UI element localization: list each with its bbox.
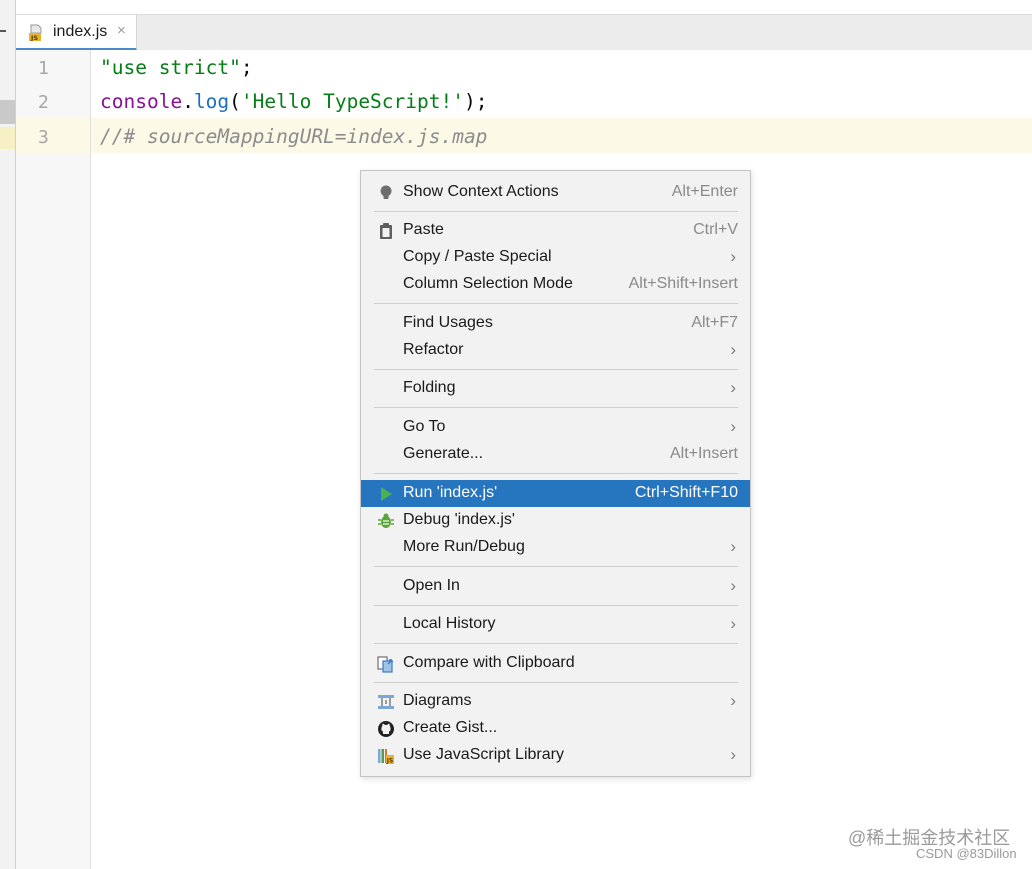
code-string: 'Hello TypeScript!'	[240, 90, 464, 113]
menu-item-label: Compare with Clipboard	[403, 654, 575, 671]
menu-item-shortcut: Alt+Enter	[671, 183, 738, 200]
menu-item-generate[interactable]: Generate... Alt+Insert	[361, 441, 750, 468]
menu-item-label: Open In	[403, 577, 460, 594]
menu-item-show-context-actions[interactable]: Show Context Actions Alt+Enter	[361, 179, 750, 206]
menu-item-column-selection-mode[interactable]: Column Selection Mode Alt+Shift+Insert	[361, 271, 750, 298]
scroll-marker	[0, 100, 15, 124]
chevron-right-icon: ›	[730, 576, 736, 595]
menu-item-label: Use JavaScript Library	[403, 746, 564, 763]
menu-item-refactor[interactable]: Refactor ›	[361, 337, 750, 364]
svg-text:JS: JS	[30, 34, 38, 41]
menu-item-go-to[interactable]: Go To ›	[361, 414, 750, 441]
menu-item-label: Run 'index.js'	[403, 484, 498, 501]
menu-item-label: Debug 'index.js'	[403, 511, 515, 528]
menu-item-paste[interactable]: Paste Ctrl+V	[361, 217, 750, 244]
tab-label: index.js	[53, 23, 108, 40]
chevron-right-icon: ›	[730, 745, 736, 764]
menu-separator	[374, 369, 738, 370]
menu-item-label: Folding	[403, 379, 456, 396]
menu-item-shortcut: Alt+Shift+Insert	[628, 275, 738, 292]
chevron-right-icon: ›	[730, 417, 736, 436]
code-identifier: console	[100, 90, 183, 113]
menu-item-label: Generate...	[403, 445, 484, 462]
menu-item-use-javascript-library[interactable]: JS Use JavaScript Library ›	[361, 742, 750, 769]
menu-item-shortcut: Ctrl+V	[693, 221, 738, 238]
menu-item-find-usages[interactable]: Find Usages Alt+F7	[361, 310, 750, 337]
menu-separator	[374, 566, 738, 567]
menu-separator	[374, 682, 738, 683]
menu-item-debug-index-js[interactable]: Debug 'index.js'	[361, 507, 750, 534]
menu-item-shortcut: Alt+F7	[691, 314, 738, 331]
menu-item-local-history[interactable]: Local History ›	[361, 611, 750, 638]
code-punct: .	[182, 90, 194, 113]
menu-item-label: Show Context Actions	[403, 183, 559, 200]
menu-item-create-gist[interactable]: Create Gist...	[361, 715, 750, 742]
line-number-gutter: 1 2 3	[16, 50, 91, 869]
menu-item-open-in[interactable]: Open In ›	[361, 573, 750, 600]
menu-item-label: Local History	[403, 615, 496, 632]
menu-separator	[374, 407, 738, 408]
code-punct: );	[463, 90, 488, 113]
menu-item-diagrams[interactable]: Diagrams ›	[361, 688, 750, 715]
js-file-icon: JS	[29, 24, 42, 41]
chevron-right-icon: ›	[730, 340, 736, 359]
chevron-right-icon: ›	[730, 378, 736, 397]
menu-item-label: More Run/Debug	[403, 538, 525, 555]
line-number: 3	[38, 127, 49, 148]
debug-bug-icon	[378, 513, 394, 528]
menu-item-run-index-js[interactable]: Run 'index.js' Ctrl+Shift+F10	[361, 480, 750, 507]
run-icon	[381, 487, 392, 501]
menu-separator	[374, 303, 738, 304]
menu-separator	[374, 605, 738, 606]
line-number: 2	[38, 92, 49, 113]
tab-index-js[interactable]: JS index.js ×	[16, 15, 137, 51]
menu-item-shortcut: Ctrl+Shift+F10	[634, 484, 738, 501]
code-string: "use strict"	[100, 56, 241, 79]
menu-item-compare-with-clipboard[interactable]: Compare with Clipboard	[361, 650, 750, 677]
diagram-icon	[378, 695, 394, 709]
line-number: 1	[38, 58, 49, 79]
code-line-3: //# sourceMappingURL=index.js.map	[100, 125, 488, 148]
github-icon	[378, 721, 394, 737]
menu-separator	[374, 473, 738, 474]
code-function: log	[193, 90, 230, 113]
menu-item-shortcut: Alt+Insert	[669, 445, 738, 462]
menu-item-label: Column Selection Mode	[403, 275, 573, 292]
chevron-right-icon: ›	[730, 691, 736, 710]
close-icon[interactable]: ×	[117, 22, 126, 39]
menu-item-copy-paste-special[interactable]: Copy / Paste Special ›	[361, 244, 750, 271]
minimize-mark[interactable]	[0, 30, 6, 32]
code-punct: ;	[240, 56, 253, 79]
compare-icon	[377, 656, 393, 673]
menu-item-label: Find Usages	[403, 314, 493, 331]
menu-separator	[374, 211, 738, 212]
gutter-current-line	[16, 118, 90, 153]
menu-item-more-run-debug[interactable]: More Run/Debug ›	[361, 534, 750, 561]
menu-item-label: Diagrams	[403, 692, 472, 709]
menu-item-label: Refactor	[403, 341, 464, 358]
svg-text:JS: JS	[386, 759, 393, 765]
watermark-csdn: CSDN @83Dillon	[916, 846, 1017, 861]
editor-context-menu: Show Context Actions Alt+Enter Paste Ctr…	[360, 170, 751, 777]
current-line-marker	[0, 127, 15, 149]
menu-separator	[374, 643, 738, 644]
menu-item-label: Go To	[403, 418, 446, 435]
menu-item-folding[interactable]: Folding ›	[361, 375, 750, 402]
chevron-right-icon: ›	[730, 247, 736, 266]
menu-item-label: Create Gist...	[403, 719, 498, 736]
menu-item-label: Copy / Paste Special	[403, 248, 552, 265]
clipboard-icon	[380, 223, 392, 239]
editor-tab-bar: JS index.js ×	[16, 14, 1032, 51]
left-tool-strip	[0, 0, 16, 869]
js-library-icon: JS	[378, 749, 394, 765]
chevron-right-icon: ›	[730, 537, 736, 556]
chevron-right-icon: ›	[730, 614, 736, 633]
menu-item-label: Paste	[403, 221, 444, 238]
code-line-1: "use strict";	[100, 56, 253, 79]
code-line-2: console.log('Hello TypeScript!');	[100, 90, 487, 113]
lightbulb-icon	[380, 185, 392, 199]
code-punct: (	[229, 90, 241, 113]
